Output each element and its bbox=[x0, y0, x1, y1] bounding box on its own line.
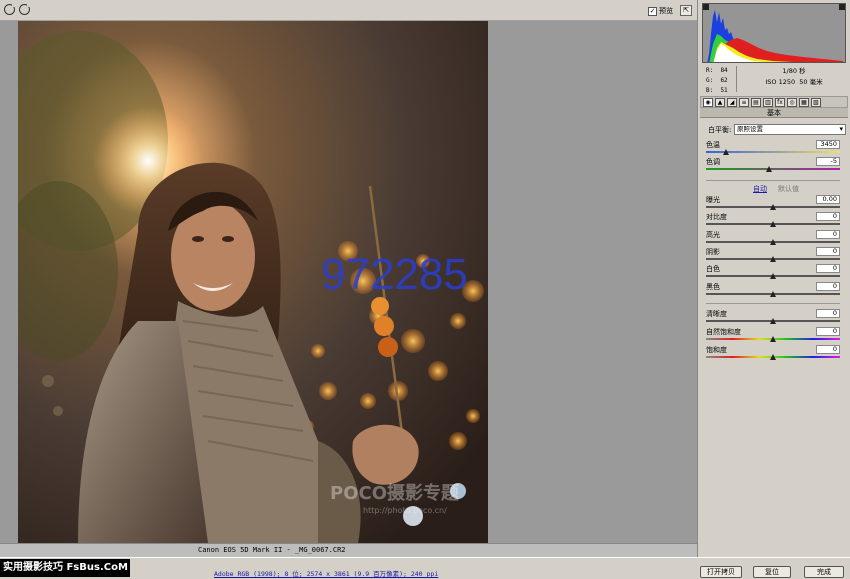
slider-whites-thumb[interactable] bbox=[770, 273, 776, 279]
default-link[interactable]: 默认值 bbox=[778, 184, 799, 194]
section-title: 基本 bbox=[700, 108, 848, 118]
slider-blacks: 黑色 0 bbox=[706, 282, 840, 299]
slider-tint-track[interactable] bbox=[706, 168, 840, 170]
tab-effects-icon[interactable]: fx bbox=[775, 97, 785, 107]
slider-temperature-value[interactable]: 3450 bbox=[816, 140, 840, 149]
tab-split-toning-icon[interactable]: ▤ bbox=[751, 97, 761, 107]
rgb-readout: R: 84 G: 62 B: 51 bbox=[706, 66, 736, 96]
slider-exposure-thumb[interactable] bbox=[770, 204, 776, 210]
tab-basic-icon[interactable]: ◉ bbox=[703, 97, 713, 107]
tab-tone-curve-icon[interactable]: ▲ bbox=[715, 97, 725, 107]
preview-canvas[interactable]: 972285 POCO摄影专题 http://photo.poco.cn/ bbox=[0, 21, 697, 543]
slider-clarity: 清晰度 0 bbox=[706, 309, 840, 326]
workflow-options-link[interactable]: Adobe RGB (1998); 8 位; 2574 x 3861 (9.9 … bbox=[214, 568, 438, 578]
divider-after-blacks bbox=[706, 303, 840, 304]
slider-shadows-value[interactable]: 0 bbox=[816, 247, 840, 256]
white-balance-select[interactable]: 原照设置 bbox=[734, 124, 846, 135]
exif-info: 1/80 秒 ISO 1250 50 毫米 bbox=[740, 66, 848, 88]
auto-link[interactable]: 自动 bbox=[753, 184, 767, 194]
overlay-watermark: 972285 bbox=[321, 250, 468, 299]
poco-watermark: POCO摄影专题 bbox=[330, 482, 460, 504]
tab-detail-icon[interactable]: ◢ bbox=[727, 97, 737, 107]
readout-divider bbox=[736, 66, 737, 92]
exif-iso: ISO 1250 bbox=[765, 78, 796, 86]
fullscreen-icon[interactable]: ⇱ bbox=[680, 5, 692, 16]
top-toolbar: ✓ 预览 ⇱ bbox=[0, 0, 697, 21]
reset-button[interactable]: 复位 bbox=[753, 566, 791, 578]
slider-vibrance-thumb[interactable] bbox=[770, 336, 776, 342]
slider-vibrance-label: 自然饱和度 bbox=[706, 328, 741, 336]
slider-exposure: 曝光 0.00 bbox=[706, 195, 840, 212]
slider-tint: 色调 -5 bbox=[706, 157, 840, 174]
highlight-clip-icon[interactable] bbox=[839, 4, 845, 10]
auto-default-row: 自动 默认值 bbox=[698, 184, 850, 194]
slider-contrast-thumb[interactable] bbox=[770, 221, 776, 227]
filename-label: Canon EOS 5D Mark II - _MG_0067.CR2 bbox=[198, 546, 346, 554]
exif-shutter: 1/80 秒 bbox=[782, 67, 806, 75]
rgb-r: R: 84 bbox=[706, 67, 728, 74]
slider-highlights-value[interactable]: 0 bbox=[816, 230, 840, 239]
slider-clarity-label: 清晰度 bbox=[706, 310, 727, 318]
slider-tint-value[interactable]: -5 bbox=[816, 157, 840, 166]
tab-snapshots-icon[interactable]: ▧ bbox=[811, 97, 821, 107]
slider-highlights-thumb[interactable] bbox=[770, 239, 776, 245]
slider-saturation-value[interactable]: 0 bbox=[816, 345, 840, 354]
white-balance-label: 白平衡: bbox=[708, 125, 732, 134]
filename-bar: Canon EOS 5D Mark II - _MG_0067.CR2 bbox=[0, 543, 697, 557]
slider-blacks-label: 黑色 bbox=[706, 283, 720, 291]
tab-presets-icon[interactable]: ▦ bbox=[799, 97, 809, 107]
slider-exposure-value[interactable]: 0.00 bbox=[816, 195, 840, 204]
slider-saturation-label: 饱和度 bbox=[706, 346, 727, 354]
preview-image: 972285 POCO摄影专题 http://photo.poco.cn/ bbox=[18, 21, 488, 543]
shadow-clip-icon[interactable] bbox=[703, 4, 709, 10]
slider-vibrance-value[interactable]: 0 bbox=[816, 327, 840, 336]
slider-temperature-label: 色温 bbox=[706, 141, 720, 149]
slider-highlights: 高光 0 bbox=[706, 230, 840, 247]
slider-exposure-label: 曝光 bbox=[706, 196, 720, 204]
slider-temperature-thumb[interactable] bbox=[723, 149, 730, 155]
poco-url: http://photo.poco.cn/ bbox=[363, 506, 447, 515]
slider-vibrance: 自然饱和度 0 bbox=[706, 327, 840, 344]
slider-clarity-thumb[interactable] bbox=[770, 318, 776, 324]
slider-saturation: 饱和度 0 bbox=[706, 345, 840, 362]
slider-whites-value[interactable]: 0 bbox=[816, 264, 840, 273]
slider-shadows-label: 阴影 bbox=[706, 248, 720, 256]
histogram bbox=[702, 3, 846, 63]
divider-after-tint bbox=[706, 180, 840, 181]
adjustment-panel: R: 84 G: 62 B: 51 1/80 秒 ISO 1250 50 毫米 … bbox=[697, 0, 850, 557]
tab-camera-calibration-icon[interactable]: ◎ bbox=[787, 97, 797, 107]
slider-saturation-thumb[interactable] bbox=[770, 354, 776, 360]
preview-label: 预览 bbox=[659, 7, 673, 15]
open-copy-button[interactable]: 打开拷贝 bbox=[700, 566, 742, 578]
preview-checkbox[interactable]: ✓ bbox=[648, 6, 657, 16]
slider-shadows: 阴影 0 bbox=[706, 247, 840, 264]
slider-whites-label: 白色 bbox=[706, 265, 720, 273]
slider-tint-label: 色调 bbox=[706, 158, 720, 166]
slider-contrast: 对比度 0 bbox=[706, 212, 840, 229]
rgb-b: B: 51 bbox=[706, 87, 728, 94]
slider-temperature: 色温 3450 bbox=[706, 140, 840, 157]
rotate-left-icon[interactable] bbox=[4, 3, 16, 15]
rgb-g: G: 62 bbox=[706, 77, 728, 84]
slider-shadows-thumb[interactable] bbox=[770, 256, 776, 262]
slider-highlights-label: 高光 bbox=[706, 231, 720, 239]
exif-focal: 50 毫米 bbox=[799, 78, 823, 86]
slider-whites: 白色 0 bbox=[706, 264, 840, 281]
panel-tabs: ◉ ▲ ◢ ≡ ▤ ▥ fx ◎ ▦ ▧ bbox=[700, 96, 848, 108]
slider-blacks-value[interactable]: 0 bbox=[816, 282, 840, 291]
white-balance-row: 白平衡: 原照设置 bbox=[708, 124, 846, 135]
preview-toggle[interactable]: ✓ 预览 bbox=[648, 6, 673, 16]
tab-lens-icon[interactable]: ▥ bbox=[763, 97, 773, 107]
site-watermark: 实用摄影技巧 FsBus.CoM bbox=[0, 559, 130, 577]
rotate-right-icon[interactable] bbox=[19, 3, 31, 15]
slider-clarity-value[interactable]: 0 bbox=[816, 309, 840, 318]
tab-hsl-icon[interactable]: ≡ bbox=[739, 97, 749, 107]
slider-contrast-value[interactable]: 0 bbox=[816, 212, 840, 221]
slider-contrast-label: 对比度 bbox=[706, 213, 727, 221]
slider-tint-thumb[interactable] bbox=[765, 166, 772, 172]
done-button[interactable]: 完成 bbox=[804, 566, 844, 578]
slider-blacks-thumb[interactable] bbox=[770, 291, 776, 297]
camera-raw-window: ✓ 预览 ⇱ 972285 POCO摄影专题 http://photo.poco… bbox=[0, 0, 850, 579]
